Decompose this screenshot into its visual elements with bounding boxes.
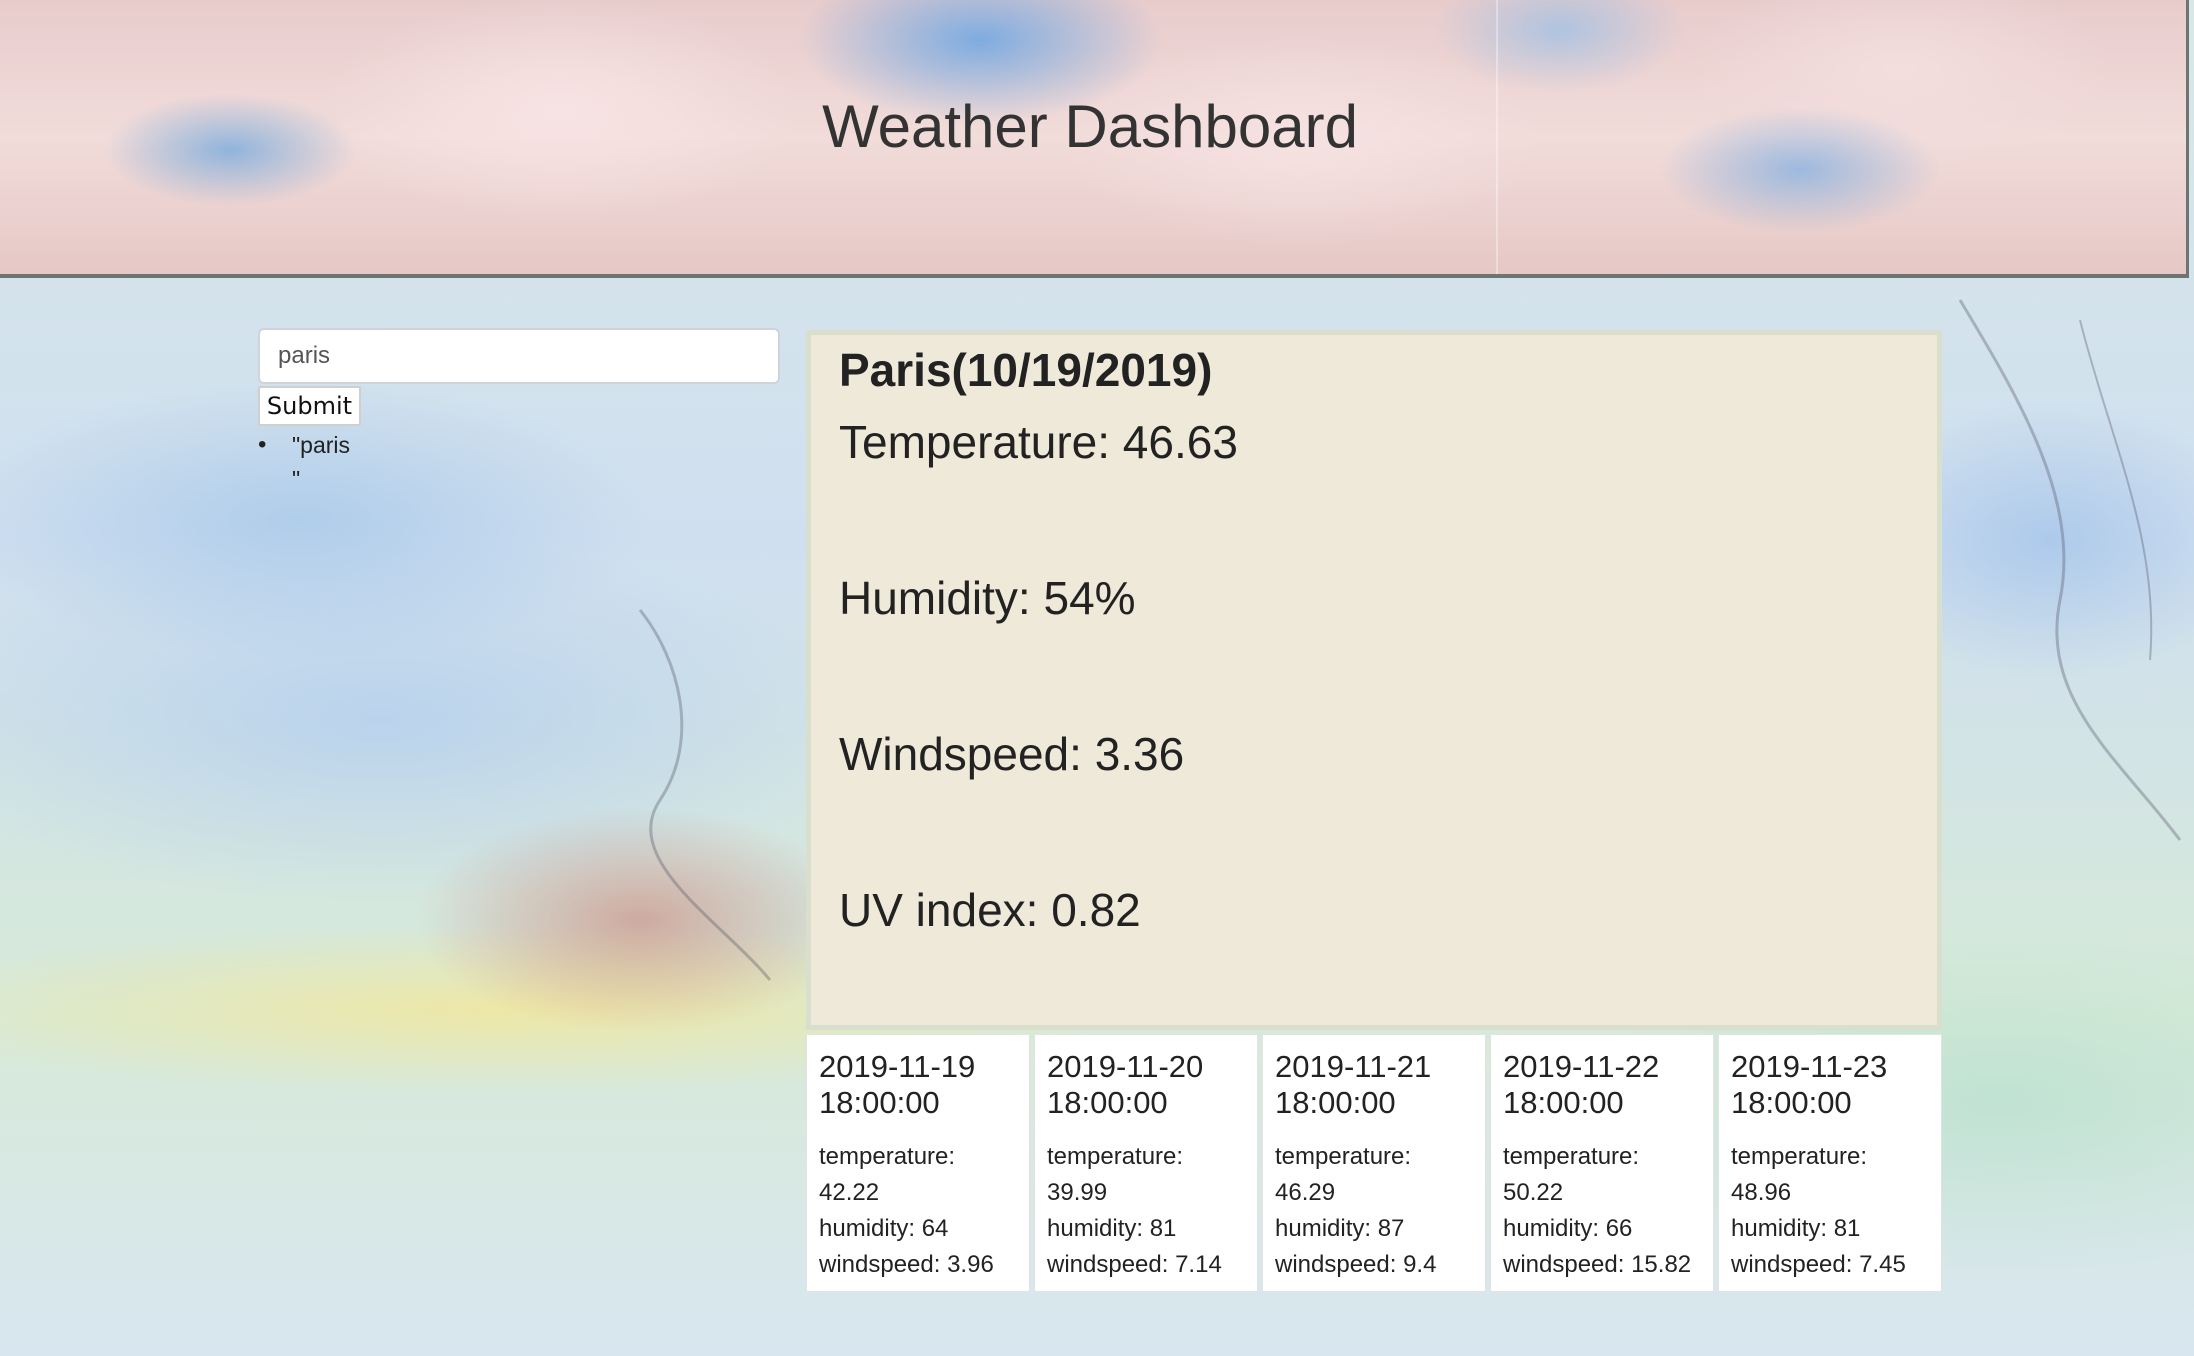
forecast-windspeed: windspeed: 9.4 [1275, 1251, 1437, 1278]
forecast-humidity: humidity: 66 [1503, 1215, 1633, 1242]
forecast-datetime: 2019-11-22 18:00:00 [1503, 1049, 1703, 1121]
forecast-humidity: humidity: 81 [1047, 1215, 1177, 1242]
forecast-temp-label: temperature: [1047, 1143, 1184, 1170]
forecast-time: 18:00:00 [1731, 1085, 1852, 1120]
forecast-humidity: humidity: 64 [819, 1215, 949, 1242]
current-temperature: Temperature: 46.63 [839, 416, 1238, 468]
forecast-card: 2019-11-20 18:00:00 temperature: 39.99 hu… [1034, 1034, 1258, 1292]
forecast-temp-value: 50.22 [1503, 1179, 1564, 1206]
forecast-temp-value: 42.22 [819, 1179, 880, 1206]
header-banner: Weather Dashboard [0, 0, 2189, 278]
forecast-date: 2019-11-21 [1275, 1049, 1432, 1084]
history-item[interactable]: • "paris " [258, 428, 350, 496]
forecast-card: 2019-11-22 18:00:00 temperature: 50.22 hu… [1490, 1034, 1714, 1292]
current-uv-index: UV index: 0.82 [839, 884, 1141, 936]
forecast-date: 2019-11-23 [1731, 1049, 1888, 1084]
forecast-time: 18:00:00 [1275, 1085, 1396, 1120]
forecast-datetime: 2019-11-23 18:00:00 [1731, 1049, 1931, 1121]
forecast-datetime: 2019-11-19 18:00:00 [819, 1049, 1019, 1121]
forecast-date: 2019-11-19 [819, 1049, 976, 1084]
city-search-input[interactable] [258, 328, 780, 384]
forecast-temp-label: temperature: [1731, 1143, 1868, 1170]
forecast-windspeed: windspeed: 7.45 [1731, 1251, 1906, 1278]
forecast-card: 2019-11-19 18:00:00 temperature: 42.22 hu… [806, 1034, 1030, 1292]
forecast-humidity: humidity: 87 [1275, 1215, 1405, 1242]
forecast-card: 2019-11-21 18:00:00 temperature: 46.29 hu… [1262, 1034, 1486, 1292]
forecast-datetime: 2019-11-20 18:00:00 [1047, 1049, 1247, 1121]
forecast-windspeed: windspeed: 3.96 [819, 1251, 994, 1278]
forecast-time: 18:00:00 [1503, 1085, 1624, 1120]
current-weather-card: Paris(10/19/2019) Temperature: 46.63 Hum… [806, 330, 1942, 1030]
forecast-time: 18:00:00 [1047, 1085, 1168, 1120]
forecast-datetime: 2019-11-21 18:00:00 [1275, 1049, 1475, 1121]
forecast-temp-label: temperature: [1503, 1143, 1640, 1170]
forecast-date: 2019-11-20 [1047, 1049, 1204, 1084]
history-item-label: "paris " [292, 432, 351, 492]
search-history-list: • "paris " [258, 428, 350, 496]
forecast-windspeed: windspeed: 7.14 [1047, 1251, 1222, 1278]
forecast-time: 18:00:00 [819, 1085, 940, 1120]
forecast-temp-label: temperature: [819, 1143, 956, 1170]
forecast-temp-value: 39.99 [1047, 1179, 1108, 1206]
submit-button[interactable]: Submit [258, 386, 361, 426]
current-city-date: Paris(10/19/2019) [839, 344, 1213, 396]
bullet-icon: • [258, 431, 267, 458]
forecast-date: 2019-11-22 [1503, 1049, 1660, 1084]
current-windspeed: Windspeed: 3.36 [839, 728, 1185, 780]
forecast-temp-value: 46.29 [1275, 1179, 1336, 1206]
forecast-windspeed: windspeed: 15.82 [1503, 1251, 1692, 1278]
forecast-card: 2019-11-23 18:00:00 temperature: 48.96 hu… [1718, 1034, 1942, 1292]
page-title: Weather Dashboard [822, 93, 1358, 160]
forecast-temp-value: 48.96 [1731, 1179, 1792, 1206]
forecast-humidity: humidity: 81 [1731, 1215, 1861, 1242]
five-day-forecast: 2019-11-19 18:00:00 temperature: 42.22 hu… [806, 1034, 1942, 1292]
forecast-temp-label: temperature: [1275, 1143, 1412, 1170]
current-humidity: Humidity: 54% [839, 572, 1136, 624]
